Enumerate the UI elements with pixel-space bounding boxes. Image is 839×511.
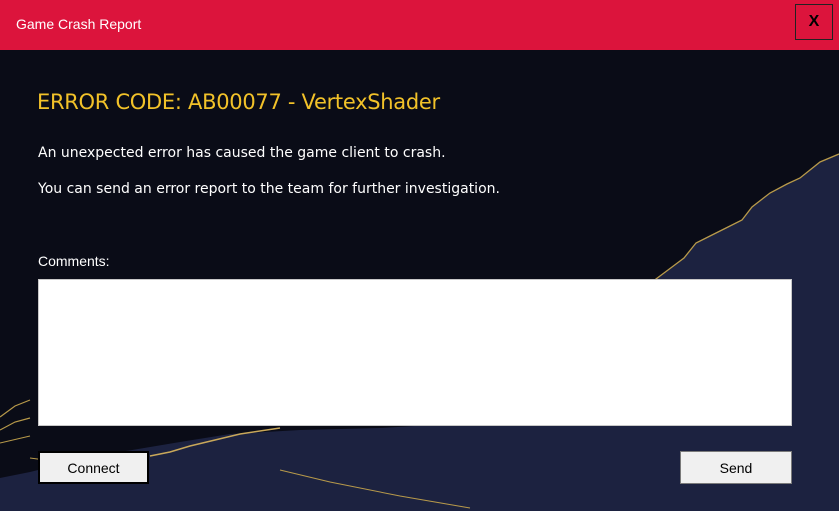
comments-input[interactable] [38,279,792,426]
connect-button[interactable]: Connect [38,451,149,484]
comments-label: Comments: [38,253,110,269]
crash-report-window: Game Crash Report X ERROR CODE: AB00077 … [0,0,839,511]
title-bar[interactable]: Game Crash Report X [0,0,839,50]
send-button[interactable]: Send [680,451,792,484]
close-button[interactable]: X [795,4,833,40]
error-code-heading: ERROR CODE: AB00077 - VertexShader [37,90,440,114]
window-title: Game Crash Report [16,16,142,32]
error-message: An unexpected error has caused the game … [38,145,446,161]
report-instructions: You can send an error report to the team… [38,181,500,197]
